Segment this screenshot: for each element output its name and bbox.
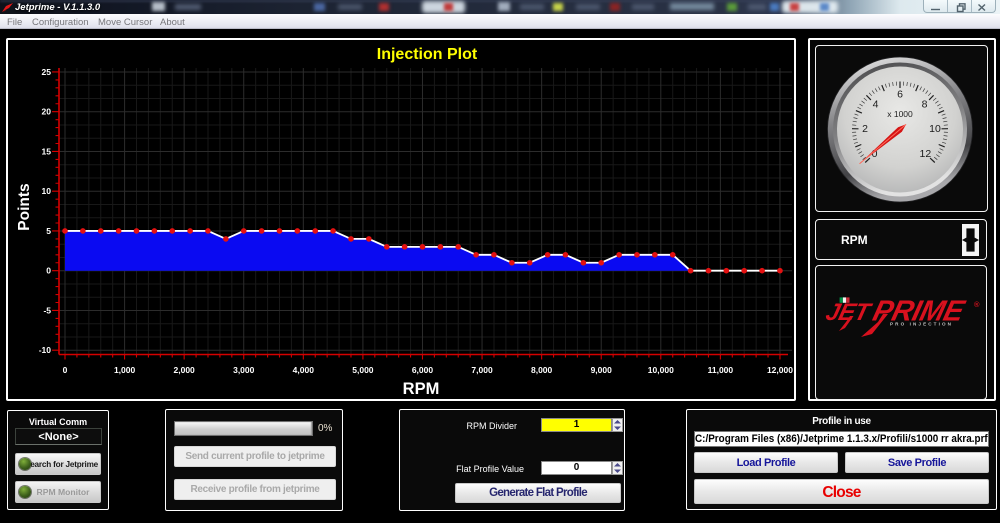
- svg-text:10: 10: [42, 186, 52, 196]
- svg-text:®: ®: [974, 300, 980, 309]
- svg-text:-5: -5: [43, 305, 51, 315]
- svg-text:RPM: RPM: [403, 380, 440, 398]
- svg-text:15: 15: [42, 146, 52, 156]
- svg-text:0: 0: [63, 365, 68, 375]
- svg-text:2: 2: [862, 123, 868, 135]
- svg-text:1,000: 1,000: [114, 365, 136, 375]
- svg-text:3,000: 3,000: [233, 365, 255, 375]
- svg-text:0: 0: [46, 266, 51, 276]
- svg-text:5: 5: [46, 226, 51, 236]
- svg-text:6,000: 6,000: [412, 365, 434, 375]
- svg-text:PRO INJECTION: PRO INJECTION: [890, 322, 953, 327]
- svg-text:5,000: 5,000: [352, 365, 374, 375]
- svg-text:25: 25: [42, 67, 52, 77]
- svg-text:20: 20: [42, 107, 52, 117]
- svg-text:x 1000: x 1000: [887, 109, 913, 119]
- svg-text:4,000: 4,000: [293, 365, 315, 375]
- svg-text:8,000: 8,000: [531, 365, 553, 375]
- svg-text:10,000: 10,000: [648, 365, 674, 375]
- svg-text:11,000: 11,000: [708, 365, 734, 375]
- svg-text:6: 6: [897, 89, 903, 101]
- svg-text:7,000: 7,000: [471, 365, 493, 375]
- svg-text:Injection Plot: Injection Plot: [377, 46, 478, 63]
- svg-text:2,000: 2,000: [174, 365, 196, 375]
- svg-text:9,000: 9,000: [591, 365, 613, 375]
- svg-text:12: 12: [920, 148, 932, 160]
- svg-text:-10: -10: [39, 345, 52, 355]
- svg-text:Points: Points: [16, 183, 33, 230]
- svg-text:12,000: 12,000: [767, 365, 793, 375]
- svg-text:8: 8: [922, 99, 928, 111]
- svg-text:4: 4: [873, 99, 879, 111]
- svg-text:10: 10: [929, 123, 941, 135]
